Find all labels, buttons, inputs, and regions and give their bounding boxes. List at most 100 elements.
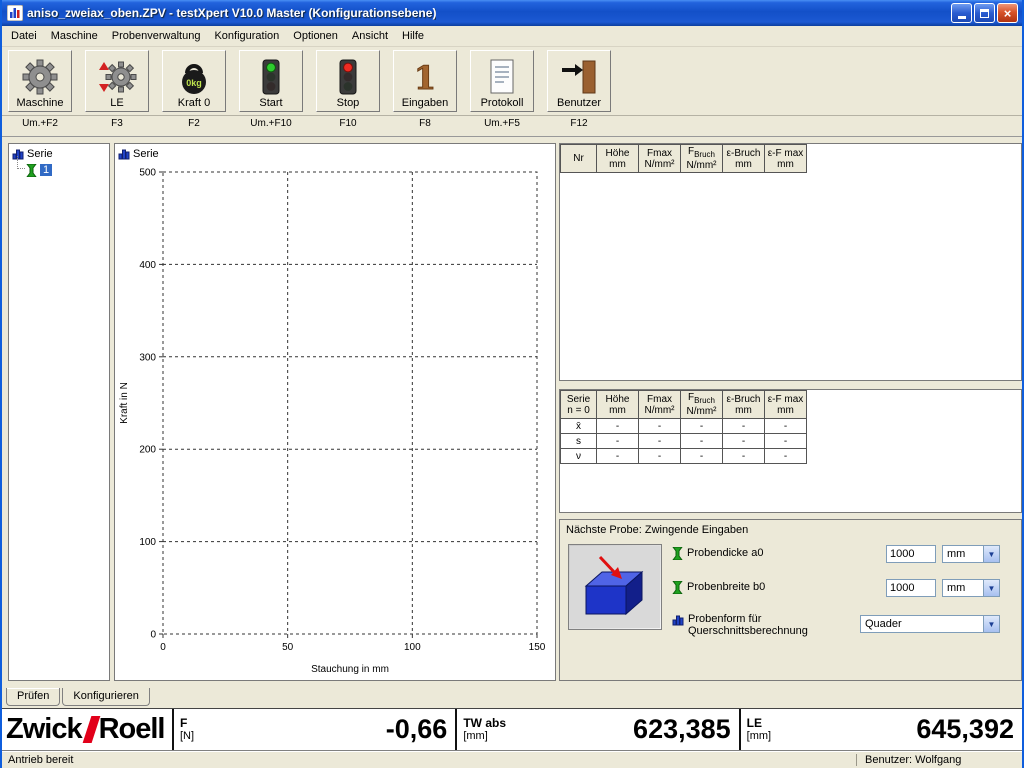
series-tree-panel: Serie 1 bbox=[8, 143, 110, 681]
title-bar: aniso_zweiax_oben.ZPV - testXpert V10.0 … bbox=[2, 0, 1022, 26]
column-header-eps-bruch: ε-Bruchmm bbox=[723, 391, 765, 419]
toolbar-button-label: Stop bbox=[337, 97, 360, 110]
svg-text:50: 50 bbox=[282, 642, 294, 653]
brand-part1: Zwick bbox=[6, 713, 82, 746]
svg-text:Stauchung in mm: Stauchung in mm bbox=[311, 664, 389, 675]
traffic-light-red-icon bbox=[328, 57, 368, 97]
field-probendicke: Probendicke a0 bbox=[672, 547, 763, 560]
toolbar: Maschine bbox=[2, 47, 1022, 137]
chevron-down-icon: ▼ bbox=[983, 546, 999, 562]
svg-text:200: 200 bbox=[139, 445, 156, 456]
specimen-shape-image bbox=[568, 544, 662, 630]
statistics-table: Serien = 0 Höhemm FmaxN/mm² FBruchN/mm² … bbox=[560, 390, 807, 464]
stats-row-stddev: s - - - - - bbox=[561, 434, 807, 449]
field-probenbreite: Probenbreite b0 bbox=[672, 581, 765, 594]
tree-node-label: 1 bbox=[40, 164, 52, 176]
svg-text:0kg: 0kg bbox=[186, 78, 202, 88]
specimen-icon bbox=[26, 164, 37, 177]
cube-specimen-icon bbox=[570, 546, 660, 628]
measure-force: F [N] -0,66 bbox=[172, 709, 455, 750]
toolbar-button-stop[interactable]: Stop bbox=[316, 50, 380, 112]
app-icon bbox=[7, 5, 23, 21]
column-header-eps-fmax: ε-F maxmm bbox=[765, 391, 807, 419]
series-icon bbox=[672, 614, 684, 626]
probendicke-input[interactable] bbox=[886, 545, 936, 563]
gear-icon bbox=[20, 57, 60, 97]
menu-item-probenverwaltung[interactable]: Probenverwaltung bbox=[105, 28, 208, 44]
svg-text:500: 500 bbox=[139, 168, 156, 179]
unit-select-value: mm bbox=[947, 548, 965, 560]
toolbar-button-kraft0[interactable]: 0kg Kraft 0 bbox=[162, 50, 226, 112]
application-window: { "window": { "title": "aniso_zweiax_obe… bbox=[0, 0, 1024, 768]
statistics-box: Serien = 0 Höhemm FmaxN/mm² FBruchN/mm² … bbox=[559, 389, 1022, 513]
close-button[interactable]: × bbox=[997, 3, 1018, 23]
measure-value: 645,392 bbox=[916, 714, 1014, 745]
tree-node-label: Serie bbox=[27, 148, 53, 160]
menu-item-konfiguration[interactable]: Konfiguration bbox=[207, 28, 286, 44]
toolbar-button-protokoll[interactable]: Protokoll bbox=[470, 50, 534, 112]
column-header-serie: Serien = 0 bbox=[561, 391, 597, 419]
close-icon: × bbox=[1004, 7, 1012, 20]
toolbar-button-maschine[interactable]: Maschine bbox=[8, 50, 72, 112]
force-displacement-chart: 0100200300400500050100150Kraft in NStauc… bbox=[115, 162, 553, 676]
tab-pruefen[interactable]: Prüfen bbox=[6, 688, 60, 706]
probenbreite-unit-select[interactable]: mm ▼ bbox=[942, 579, 1000, 597]
traffic-light-green-icon bbox=[251, 57, 291, 97]
tree-node-specimen-1[interactable]: 1 bbox=[12, 162, 109, 178]
toolbar-button-label: Protokoll bbox=[481, 97, 524, 110]
maximize-icon bbox=[980, 9, 989, 18]
measure-label: TW abs bbox=[463, 717, 506, 730]
menu-item-hilfe[interactable]: Hilfe bbox=[395, 28, 431, 44]
chevron-down-icon: ▼ bbox=[983, 616, 999, 632]
measure-value: 623,385 bbox=[633, 714, 731, 745]
stats-row-variation: ν - - - - - bbox=[561, 449, 807, 464]
shortcut-label: F2 bbox=[162, 116, 226, 129]
column-header-fbruch: FBruchN/mm² bbox=[681, 391, 723, 419]
measure-unit: [N] bbox=[180, 730, 194, 743]
main-area: Serie 1 Serie 0100200300400500050100150K… bbox=[2, 137, 1022, 688]
toolbar-button-label: LE bbox=[110, 97, 123, 110]
chart-panel: Serie 0100200300400500050100150Kraft in … bbox=[114, 143, 556, 681]
toolbar-button-benutzer[interactable]: Benutzer bbox=[547, 50, 611, 112]
shortcut-label: Um.+F2 bbox=[8, 116, 72, 129]
maximize-button[interactable] bbox=[974, 3, 995, 23]
toolbar-button-le[interactable]: LE bbox=[85, 50, 149, 112]
toolbar-button-eingaben[interactable]: 1 Eingaben bbox=[393, 50, 457, 112]
view-tabs: Prüfen Konfigurieren bbox=[2, 688, 1022, 708]
measure-tw-abs: TW abs [mm] 623,385 bbox=[455, 709, 738, 750]
weight-icon: 0kg bbox=[174, 57, 214, 97]
column-header-eps-fmax: ε-F maxmm bbox=[765, 145, 807, 173]
column-header-nr: Nr bbox=[561, 145, 597, 173]
column-header-fbruch: FBruchN/mm² bbox=[681, 145, 723, 173]
toolbar-button-label: Start bbox=[259, 97, 282, 110]
unit-select-value: mm bbox=[947, 582, 965, 594]
menu-item-datei[interactable]: Datei bbox=[4, 28, 44, 44]
chart-title-label: Serie bbox=[133, 148, 159, 160]
chevron-down-icon: ▼ bbox=[983, 580, 999, 596]
probenform-select[interactable]: Quader ▼ bbox=[860, 615, 1000, 633]
door-arrow-icon bbox=[559, 57, 599, 97]
svg-text:0: 0 bbox=[150, 630, 156, 641]
probenbreite-input[interactable] bbox=[886, 579, 936, 597]
tree-connector bbox=[17, 156, 25, 169]
menu-bar: Datei Maschine Probenverwaltung Konfigur… bbox=[2, 26, 1022, 47]
menu-item-maschine[interactable]: Maschine bbox=[44, 28, 105, 44]
number-one-icon: 1 bbox=[405, 57, 445, 97]
probenform-select-value: Quader bbox=[865, 618, 902, 630]
probendicke-unit-select[interactable]: mm ▼ bbox=[942, 545, 1000, 563]
tree-node-serie[interactable]: Serie bbox=[12, 146, 109, 162]
svg-text:100: 100 bbox=[404, 642, 421, 653]
shortcut-label: F12 bbox=[547, 116, 611, 129]
toolbar-button-label: Eingaben bbox=[402, 97, 449, 110]
toolbar-button-start[interactable]: Start bbox=[239, 50, 303, 112]
svg-text:300: 300 bbox=[139, 352, 156, 363]
menu-item-ansicht[interactable]: Ansicht bbox=[345, 28, 395, 44]
shortcut-label: Um.+F5 bbox=[470, 116, 534, 129]
toolbar-shortcuts: Um.+F2 F3 F2 Um.+F10 F10 F8 Um.+F5 F12 bbox=[2, 115, 1022, 129]
measure-le: LE [mm] 645,392 bbox=[739, 709, 1022, 750]
measure-unit: [mm] bbox=[463, 730, 506, 743]
menu-item-optionen[interactable]: Optionen bbox=[286, 28, 345, 44]
column-header-hoehe: Höhemm bbox=[597, 145, 639, 173]
minimize-button[interactable] bbox=[951, 3, 972, 23]
tab-konfigurieren[interactable]: Konfigurieren bbox=[62, 688, 149, 706]
